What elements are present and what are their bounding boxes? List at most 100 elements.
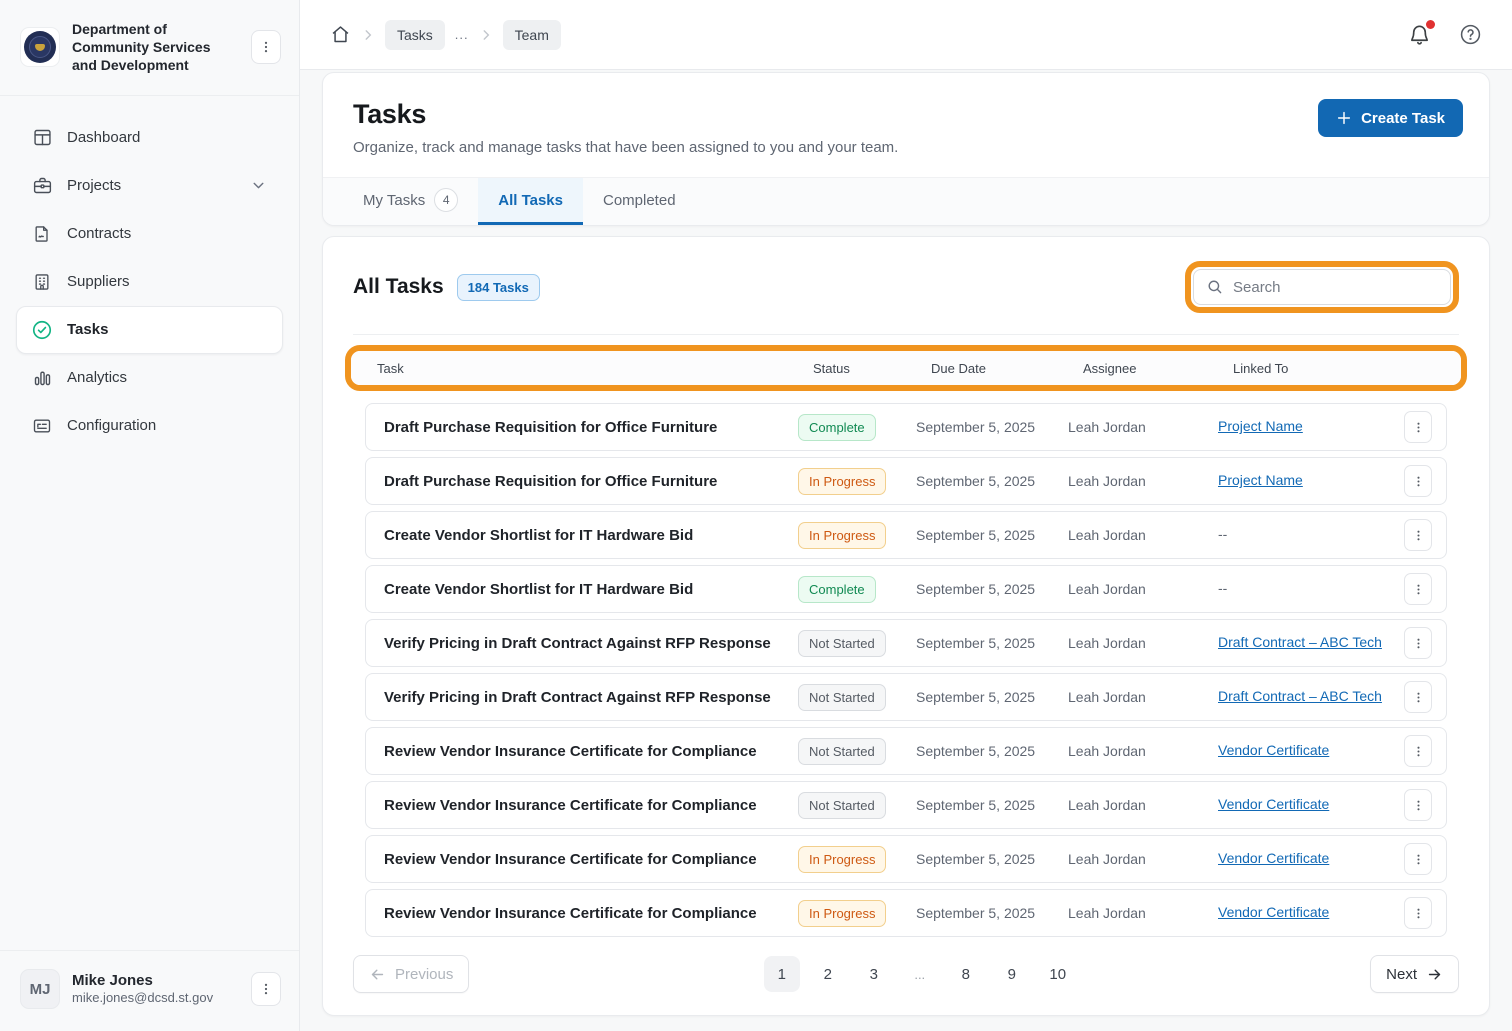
sidebar-item-analytics[interactable]: Analytics [16, 354, 283, 402]
table-row[interactable]: Verify Pricing in Draft Contract Against… [365, 619, 1447, 667]
linked-to-link[interactable]: Vendor Certificate [1218, 796, 1329, 812]
page-button-8[interactable]: 8 [948, 956, 984, 992]
topbar: Tasks ... Team [300, 0, 1512, 70]
column-due-date: Due Date [931, 361, 1083, 376]
table-row[interactable]: Review Vendor Insurance Certificate for … [365, 781, 1447, 829]
table-row[interactable]: Review Vendor Insurance Certificate for … [365, 889, 1447, 937]
table-row[interactable]: Verify Pricing in Draft Contract Against… [365, 673, 1447, 721]
chevron-down-icon [250, 177, 268, 195]
sidebar-nav: Dashboard Projects Contracts Suppliers T… [0, 96, 299, 950]
row-menu-button[interactable] [1404, 627, 1432, 659]
row-menu-button[interactable] [1404, 465, 1432, 497]
sidebar-item-label: Configuration [67, 417, 268, 434]
linked-to-empty: -- [1218, 526, 1227, 542]
table-row[interactable]: Create Vendor Shortlist for IT Hardware … [365, 511, 1447, 559]
sidebar-item-dashboard[interactable]: Dashboard [16, 114, 283, 162]
sidebar-item-contracts[interactable]: Contracts [16, 210, 283, 258]
main-area: Tasks ... Team Tasks [300, 0, 1512, 1031]
user-footer: MJ Mike Jones mike.jones@dcsd.st.gov [0, 950, 299, 1031]
sidebar-item-projects[interactable]: Projects [16, 162, 283, 210]
breadcrumb-ellipsis[interactable]: ... [455, 27, 469, 42]
row-menu-button[interactable] [1404, 897, 1432, 929]
kebab-icon [1412, 421, 1425, 434]
briefcase-icon [31, 175, 53, 197]
row-menu-button[interactable] [1404, 681, 1432, 713]
previous-page-button[interactable]: Previous [353, 955, 469, 993]
assignee: Leah Jordan [1068, 905, 1218, 921]
breadcrumb-item-tasks[interactable]: Tasks [385, 20, 445, 50]
configuration-icon [31, 415, 53, 437]
linked-to-link[interactable]: Vendor Certificate [1218, 742, 1329, 758]
sidebar: Department of Community Services and Dev… [0, 0, 300, 1031]
row-menu-button[interactable] [1404, 789, 1432, 821]
user-email: mike.jones@dcsd.st.gov [72, 990, 239, 1007]
table-row[interactable]: Review Vendor Insurance Certificate for … [365, 835, 1447, 883]
tab-all-tasks[interactable]: All Tasks [478, 178, 583, 225]
assignee: Leah Jordan [1068, 743, 1218, 759]
page-button-10[interactable]: 10 [1040, 956, 1076, 992]
linked-to-link[interactable]: Draft Contract – ABC Tech [1218, 688, 1382, 704]
due-date: September 5, 2025 [916, 743, 1068, 759]
task-title: Create Vendor Shortlist for IT Hardware … [384, 581, 798, 598]
search-box[interactable] [1193, 269, 1451, 305]
task-count-badge: 184 Tasks [457, 274, 540, 301]
table-header-annotation-ring: Task Status Due Date Assignee Linked To [345, 345, 1467, 391]
notification-dot [1426, 20, 1435, 29]
linked-to-link[interactable]: Project Name [1218, 472, 1303, 488]
arrow-right-icon [1426, 966, 1443, 983]
table-row[interactable]: Draft Purchase Requisition for Office Fu… [365, 403, 1447, 451]
breadcrumb-item-team[interactable]: Team [503, 20, 561, 50]
user-menu-button[interactable] [251, 972, 281, 1006]
due-date: September 5, 2025 [916, 581, 1068, 597]
row-menu-button[interactable] [1404, 843, 1432, 875]
row-menu-button[interactable] [1404, 519, 1432, 551]
page-button-2[interactable]: 2 [810, 956, 846, 992]
page-numbers: 123...8910 [764, 956, 1076, 992]
table-row[interactable]: Review Vendor Insurance Certificate for … [365, 727, 1447, 775]
sidebar-item-configuration[interactable]: Configuration [16, 402, 283, 450]
check-circle-icon [31, 319, 53, 341]
assignee: Leah Jordan [1068, 635, 1218, 651]
page-content: Tasks Organize, track and manage tasks t… [300, 70, 1512, 1031]
page-button-1[interactable]: 1 [764, 956, 800, 992]
tab-completed[interactable]: Completed [583, 178, 696, 225]
row-menu-button[interactable] [1404, 411, 1432, 443]
building-icon [31, 271, 53, 293]
column-assignee: Assignee [1083, 361, 1233, 376]
search-icon [1206, 278, 1224, 296]
org-menu-button[interactable] [251, 30, 281, 64]
next-page-button[interactable]: Next [1370, 955, 1459, 993]
status-badge: Not Started [798, 792, 886, 819]
due-date: September 5, 2025 [916, 419, 1068, 435]
divider [353, 334, 1459, 335]
linked-to-link[interactable]: Vendor Certificate [1218, 850, 1329, 866]
kebab-icon [1412, 583, 1425, 596]
due-date: September 5, 2025 [916, 905, 1068, 921]
assignee: Leah Jordan [1068, 527, 1218, 543]
sidebar-item-suppliers[interactable]: Suppliers [16, 258, 283, 306]
due-date: September 5, 2025 [916, 797, 1068, 813]
chevron-right-icon [479, 28, 493, 42]
avatar: MJ [20, 969, 60, 1009]
row-menu-button[interactable] [1404, 573, 1432, 605]
table-row[interactable]: Create Vendor Shortlist for IT Hardware … [365, 565, 1447, 613]
linked-to-link[interactable]: Project Name [1218, 418, 1303, 434]
help-icon[interactable] [1459, 23, 1482, 46]
notifications-bell-icon[interactable] [1408, 23, 1431, 46]
page-button-9[interactable]: 9 [994, 956, 1030, 992]
linked-to-link[interactable]: Draft Contract – ABC Tech [1218, 634, 1382, 650]
sidebar-item-tasks[interactable]: Tasks [16, 306, 283, 354]
tab-my-tasks[interactable]: My Tasks 4 [343, 178, 478, 225]
linked-to-link[interactable]: Vendor Certificate [1218, 904, 1329, 920]
section-title: All Tasks [353, 275, 444, 299]
sidebar-item-label: Suppliers [67, 273, 268, 290]
task-title: Review Vendor Insurance Certificate for … [384, 797, 798, 814]
task-title: Review Vendor Insurance Certificate for … [384, 851, 798, 868]
page-button-3[interactable]: 3 [856, 956, 892, 992]
table-row[interactable]: Draft Purchase Requisition for Office Fu… [365, 457, 1447, 505]
row-menu-button[interactable] [1404, 735, 1432, 767]
create-task-button[interactable]: Create Task [1318, 99, 1463, 137]
home-icon[interactable] [330, 24, 351, 45]
kebab-icon [1412, 745, 1425, 758]
search-input[interactable] [1233, 279, 1438, 296]
